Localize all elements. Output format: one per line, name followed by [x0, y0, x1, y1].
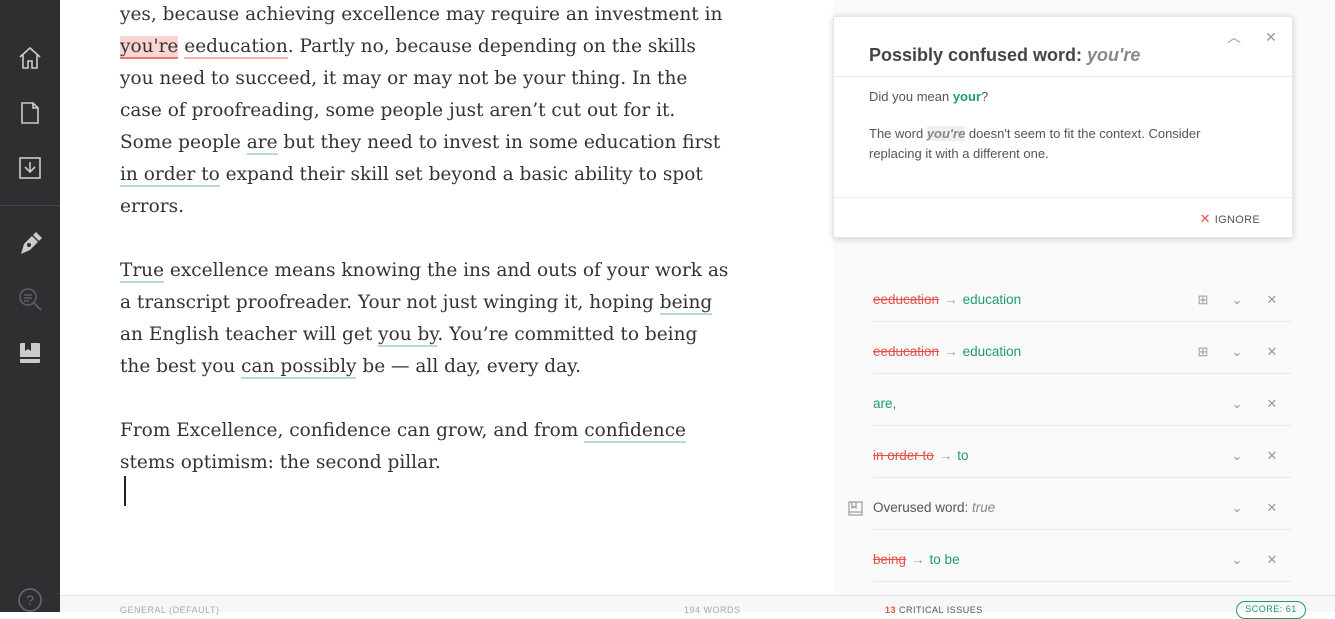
alert-item[interactable]: eeducation → education ⊞ ⌄ ✕ [873, 278, 1291, 322]
writing-mode-selector[interactable]: GENERAL (DEFAULT) [120, 605, 220, 615]
pen-icon[interactable] [16, 229, 44, 257]
chevron-down-icon[interactable]: ⌄ [1229, 445, 1245, 467]
status-bar: GENERAL (DEFAULT) 194 WORDS 13 CRITICAL … [60, 595, 1335, 619]
download-icon[interactable] [16, 154, 44, 182]
underline-you-by[interactable]: you by [378, 324, 438, 347]
search-icon[interactable] [16, 285, 44, 313]
card-description: The word you're doesn't seem to fit the … [869, 126, 1201, 161]
underline-can-possibly[interactable]: can possibly [241, 356, 357, 379]
chevron-down-icon[interactable]: ⌄ [1229, 497, 1245, 519]
close-icon[interactable]: ✕ [1264, 549, 1280, 571]
alert-item[interactable]: being → to be ⌄ ✕ [873, 538, 1291, 582]
score-badge[interactable]: SCORE: 61 [1236, 601, 1306, 619]
alert-item[interactable]: eeducation → education ⊞ ⌄ ✕ [873, 330, 1291, 374]
underline-being[interactable]: being [659, 292, 713, 315]
paragraph-1: yes, because achieving excellence may re… [120, 4, 723, 217]
book-icon [848, 501, 863, 516]
chevron-down-icon[interactable]: ⌄ [1229, 341, 1245, 363]
close-icon[interactable]: ✕ [1264, 341, 1280, 363]
book-icon[interactable] [16, 339, 44, 367]
sidebar: ? [0, 0, 60, 612]
word-count: 194 WORDS [684, 605, 741, 615]
close-icon[interactable]: ✕ [1264, 289, 1280, 311]
home-icon[interactable] [16, 44, 44, 72]
paragraph-3: From Excellence, confidence can grow, an… [120, 420, 687, 473]
chevron-down-icon[interactable]: ⌄ [1229, 549, 1245, 571]
underline-in-order-to[interactable]: in order to [120, 164, 220, 187]
close-icon[interactable]: ✕ [1263, 29, 1279, 45]
arrow-icon: → [938, 448, 953, 463]
paragraph-2: True excellence means knowing the ins an… [120, 260, 729, 379]
help-icon[interactable]: ? [16, 586, 44, 614]
document-icon[interactable] [16, 99, 44, 127]
chevron-down-icon[interactable]: ⌄ [1229, 393, 1245, 415]
underline-eeducation[interactable]: eeducation [184, 36, 288, 59]
underline-are[interactable]: are [246, 132, 278, 155]
card-divider [834, 76, 1292, 77]
alert-item[interactable]: in order to → to ⌄ ✕ [873, 434, 1291, 478]
underline-true[interactable]: True [120, 260, 165, 283]
svg-text:?: ? [26, 592, 34, 608]
close-icon[interactable]: ✕ [1264, 497, 1280, 519]
close-icon[interactable]: ✕ [1264, 445, 1280, 467]
card-divider [834, 197, 1292, 198]
alert-item[interactable]: are, ⌄ ✕ [873, 382, 1291, 426]
text-caret [124, 476, 126, 506]
highlight-youre[interactable]: you're [120, 36, 179, 59]
arrow-icon: → [944, 292, 958, 307]
suggested-word[interactable]: your [953, 89, 981, 104]
add-to-dictionary-icon[interactable]: ⊞ [1195, 341, 1211, 363]
ignore-button[interactable]: ✕ IGNORE [1200, 211, 1260, 227]
sidebar-divider [0, 205, 60, 206]
arrow-icon: → [911, 552, 925, 567]
arrow-icon: → [944, 344, 958, 359]
add-to-dictionary-icon[interactable]: ⊞ [1195, 289, 1211, 311]
chevron-down-icon[interactable]: ⌄ [1229, 289, 1245, 311]
underline-confidence[interactable]: confidence [584, 420, 687, 443]
collapse-icon[interactable]: ︿ [1226, 29, 1242, 45]
alert-item[interactable]: Overused word: true ⌄ ✕ [873, 486, 1291, 530]
editor-text[interactable]: yes, because achieving excellence may re… [120, 0, 730, 511]
card-title: Possibly confused word: you're [869, 45, 1141, 65]
critical-issues-count[interactable]: 13 CRITICAL ISSUES [885, 605, 983, 615]
active-alert-card[interactable]: ︿ ✕ Possibly confused word: you're Did y… [833, 16, 1293, 238]
close-icon: ✕ [1199, 211, 1211, 226]
card-suggestion: Did you mean your? [869, 89, 989, 104]
close-icon[interactable]: ✕ [1264, 393, 1280, 415]
